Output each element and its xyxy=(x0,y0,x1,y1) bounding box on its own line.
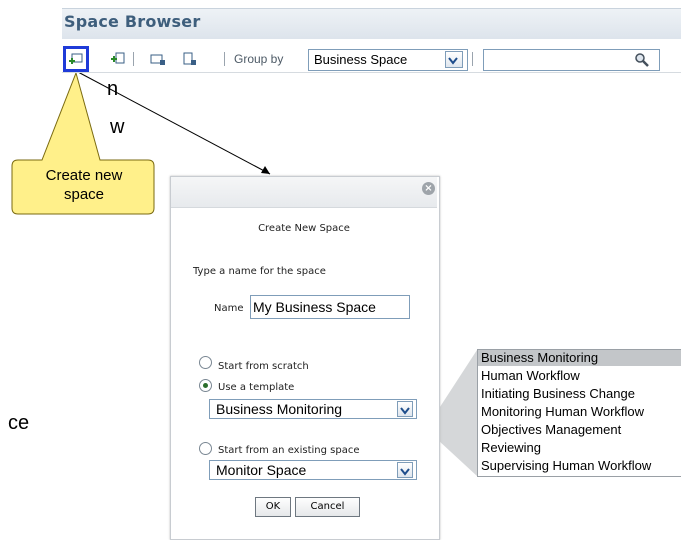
search-icon[interactable] xyxy=(634,52,650,68)
dialog-prompt: Type a name for the space xyxy=(193,266,326,277)
radio-label-template: Use a template xyxy=(218,382,295,393)
chevron-down-icon[interactable] xyxy=(397,401,413,417)
template-option[interactable]: Monitoring Human Workflow xyxy=(481,404,644,420)
add-space-icon[interactable] xyxy=(110,51,126,67)
toolbar-separator xyxy=(133,52,134,66)
template-option[interactable]: Reviewing xyxy=(481,440,541,456)
list-pointer-shape xyxy=(438,350,477,476)
radio-label-scratch: Start from scratch xyxy=(218,361,309,372)
cancel-button[interactable]: Cancel xyxy=(295,497,360,517)
template-option[interactable]: Business Monitoring xyxy=(481,350,598,366)
dialog-title: Create New Space xyxy=(258,223,350,234)
create-space-highlight xyxy=(63,46,89,72)
name-label: Name xyxy=(214,303,244,314)
ok-button[interactable]: OK xyxy=(255,497,291,517)
template-select-value: Business Monitoring xyxy=(216,401,343,417)
space-browser-title: Space Browser xyxy=(64,12,201,31)
radio-existing-space[interactable] xyxy=(199,442,212,455)
space-name-value: My Business Space xyxy=(253,299,376,315)
radio-use-template[interactable] xyxy=(199,379,212,392)
chevron-down-icon[interactable] xyxy=(445,51,463,68)
radio-label-existing: Start from an existing space xyxy=(218,445,360,456)
callout-line-1: Create new xyxy=(45,167,123,184)
group-by-value: Business Space xyxy=(314,52,408,67)
toolbar-separator xyxy=(224,52,225,66)
delete-space-icon[interactable] xyxy=(181,51,197,67)
arrow-line xyxy=(77,71,271,175)
close-icon[interactable]: × xyxy=(422,182,435,195)
callout-line-2: space xyxy=(63,186,105,203)
dialog-title-bar xyxy=(171,177,437,208)
template-option[interactable]: Initiating Business Change xyxy=(481,386,635,402)
template-option[interactable]: Supervising Human Workflow xyxy=(481,458,651,474)
toolbar-separator xyxy=(472,52,473,66)
chevron-down-icon[interactable] xyxy=(397,462,413,478)
group-by-label: Group by xyxy=(234,52,284,66)
template-option[interactable]: Objectives Management xyxy=(481,422,621,438)
copy-space-icon[interactable] xyxy=(150,51,166,67)
template-option[interactable]: Human Workflow xyxy=(481,368,580,384)
existing-space-select-value: Monitor Space xyxy=(216,462,307,478)
callout-text: Create new space xyxy=(14,166,154,204)
radio-start-from-scratch[interactable] xyxy=(199,356,212,369)
